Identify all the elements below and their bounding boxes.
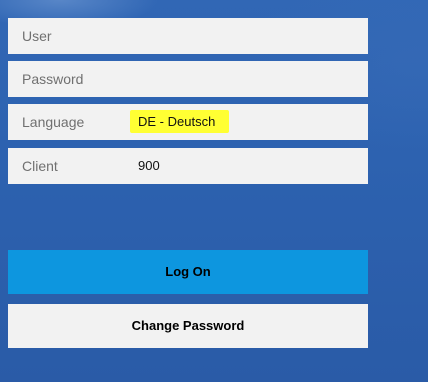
log-on-button[interactable]: Log On (8, 250, 368, 294)
password-field[interactable] (8, 61, 368, 97)
client-label: Client (22, 158, 58, 174)
language-field[interactable]: Language DE - Deutsch (8, 104, 368, 140)
language-value-text[interactable]: DE - Deutsch (130, 110, 230, 133)
change-password-button[interactable]: Change Password (8, 304, 368, 348)
language-value[interactable]: DE - Deutsch (130, 104, 230, 140)
language-label: Language (22, 114, 85, 130)
client-field[interactable]: Client 900 (8, 148, 368, 184)
user-field[interactable] (8, 18, 368, 54)
user-input[interactable] (8, 18, 368, 54)
password-input[interactable] (8, 61, 368, 97)
client-value[interactable]: 900 (138, 148, 160, 184)
